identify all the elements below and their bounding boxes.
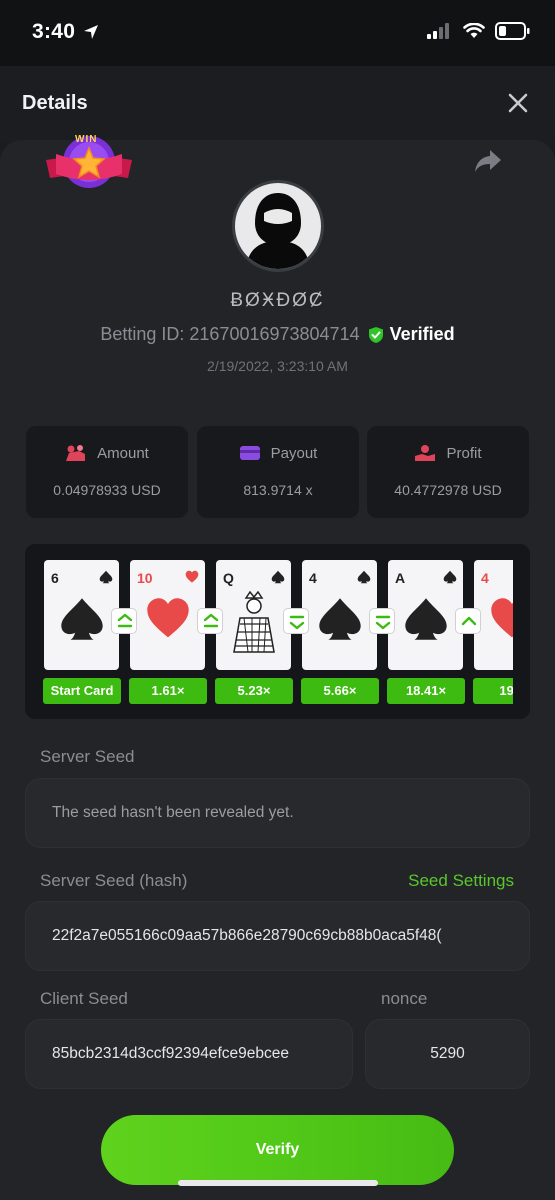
heart-icon xyxy=(185,570,199,583)
client-seed-label: Client Seed xyxy=(40,989,128,1008)
spade-icon xyxy=(271,570,285,584)
verify-button[interactable]: Verify xyxy=(101,1115,454,1185)
wallet-icon xyxy=(239,446,260,460)
profit-value: 40.4772978 USD xyxy=(394,482,502,498)
card-rank: 4 xyxy=(309,570,317,586)
betting-id: Betting ID: 21670016973804714 xyxy=(100,324,360,344)
amount-card: Amount 0.04978933 USD xyxy=(26,426,188,518)
server-seed-field[interactable]: The seed hasn't been revealed yet. xyxy=(25,778,530,848)
betting-id-row: Betting ID: 21670016973804714 Verified xyxy=(0,324,555,345)
higher-arrow-icon xyxy=(111,608,137,634)
cards-scroller[interactable]: 6 10 Q 4 A 4 Start Card 1.61× 5.23× 5.66… xyxy=(43,560,513,705)
bet-timestamp: 2/19/2022, 3:23:10 AM xyxy=(207,358,348,374)
payout-value: 813.9714 x xyxy=(243,482,313,498)
spade-icon xyxy=(443,570,457,584)
server-seed-hash-label: Server Seed (hash) xyxy=(40,871,188,890)
higher-arrow-icon xyxy=(455,608,481,634)
server-seed-value: The seed hasn't been revealed yet. xyxy=(52,804,294,821)
status-time: 3:40 xyxy=(32,20,99,44)
multiplier-badge: 18.41× xyxy=(387,678,465,704)
payout-card: Payout 813.9714 x xyxy=(197,426,359,518)
page-title: Details xyxy=(22,92,88,114)
profit-icon xyxy=(415,445,436,461)
playing-card: A xyxy=(388,560,463,670)
card-rank: 6 xyxy=(51,570,59,586)
username: ɃØӾĐØȻ xyxy=(230,290,325,311)
multiplier-badge: 1.61× xyxy=(129,678,207,704)
avatar xyxy=(232,180,324,272)
playing-card: Q xyxy=(216,560,291,670)
client-seed-value: 85bcb2314d3ccf92394efce9ebcee xyxy=(52,1045,290,1062)
astronaut-avatar-icon xyxy=(245,193,311,269)
home-indicator[interactable] xyxy=(178,1180,378,1186)
playing-card: 4 xyxy=(302,560,377,670)
heart-icon xyxy=(147,598,189,638)
wifi-icon xyxy=(463,23,485,38)
server-seed-hash-field[interactable]: 22f2a7e055166c09aa57b866e28790c69cb88b0a… xyxy=(25,901,530,971)
cards-history-panel[interactable]: 6 10 Q 4 A 4 Start Card 1.61× 5.23× 5.66… xyxy=(25,544,530,719)
payout-label: Payout xyxy=(270,444,318,462)
status-icons xyxy=(427,22,531,40)
spade-icon xyxy=(405,598,447,640)
card-rank: A xyxy=(395,570,406,586)
higher-arrow-icon xyxy=(197,608,223,634)
spade-icon xyxy=(357,570,371,584)
profit-label: Profit xyxy=(446,444,482,462)
nonce-value: 5290 xyxy=(430,1045,465,1062)
queen-figure-icon xyxy=(233,590,275,653)
multiplier-badge: 19.9 xyxy=(473,678,513,704)
card-rank: Q xyxy=(223,570,234,586)
spade-icon xyxy=(61,598,103,640)
signal-icon xyxy=(427,23,449,39)
lower-arrow-icon xyxy=(369,608,395,634)
multiplier-badge: 5.23× xyxy=(215,678,293,704)
shield-check-icon xyxy=(368,326,383,343)
spade-icon xyxy=(99,570,113,584)
heart-icon xyxy=(491,598,513,638)
playing-card: 6 xyxy=(44,560,119,670)
battery-icon xyxy=(495,22,530,40)
close-icon[interactable] xyxy=(507,92,529,114)
verified-label: Verified xyxy=(389,324,455,344)
card-rank: 10 xyxy=(137,570,153,586)
spade-icon xyxy=(319,598,361,640)
win-badge-text: WIN xyxy=(75,134,98,145)
lower-arrow-icon xyxy=(283,608,309,634)
multiplier-badge: Start Card xyxy=(43,678,121,704)
share-icon[interactable] xyxy=(473,148,503,174)
seed-settings-link[interactable]: Seed Settings xyxy=(408,871,514,891)
nonce-field[interactable]: 5290 xyxy=(365,1019,530,1089)
multiplier-badge: 5.66× xyxy=(301,678,379,704)
status-bar: 3:40 xyxy=(0,0,555,66)
card-rank: 4 xyxy=(481,570,489,586)
server-seed-label: Server Seed xyxy=(40,747,135,766)
playing-card: 10 xyxy=(130,560,205,670)
amount-value: 0.04978933 USD xyxy=(53,482,161,498)
client-seed-field[interactable]: 85bcb2314d3ccf92394efce9ebcee xyxy=(25,1019,353,1089)
server-seed-hash-value: 22f2a7e055166c09aa57b866e28790c69cb88b0a… xyxy=(52,927,442,944)
amount-label: Amount xyxy=(97,444,149,462)
location-arrow-icon xyxy=(84,25,99,39)
amount-icon xyxy=(66,445,86,461)
verified-badge: Verified xyxy=(368,324,455,345)
details-header: Details xyxy=(0,66,555,142)
profit-card: Profit 40.4772978 USD xyxy=(367,426,529,518)
status-time-text: 3:40 xyxy=(32,20,76,43)
nonce-label: nonce xyxy=(381,989,428,1008)
win-badge: WIN xyxy=(44,132,134,196)
